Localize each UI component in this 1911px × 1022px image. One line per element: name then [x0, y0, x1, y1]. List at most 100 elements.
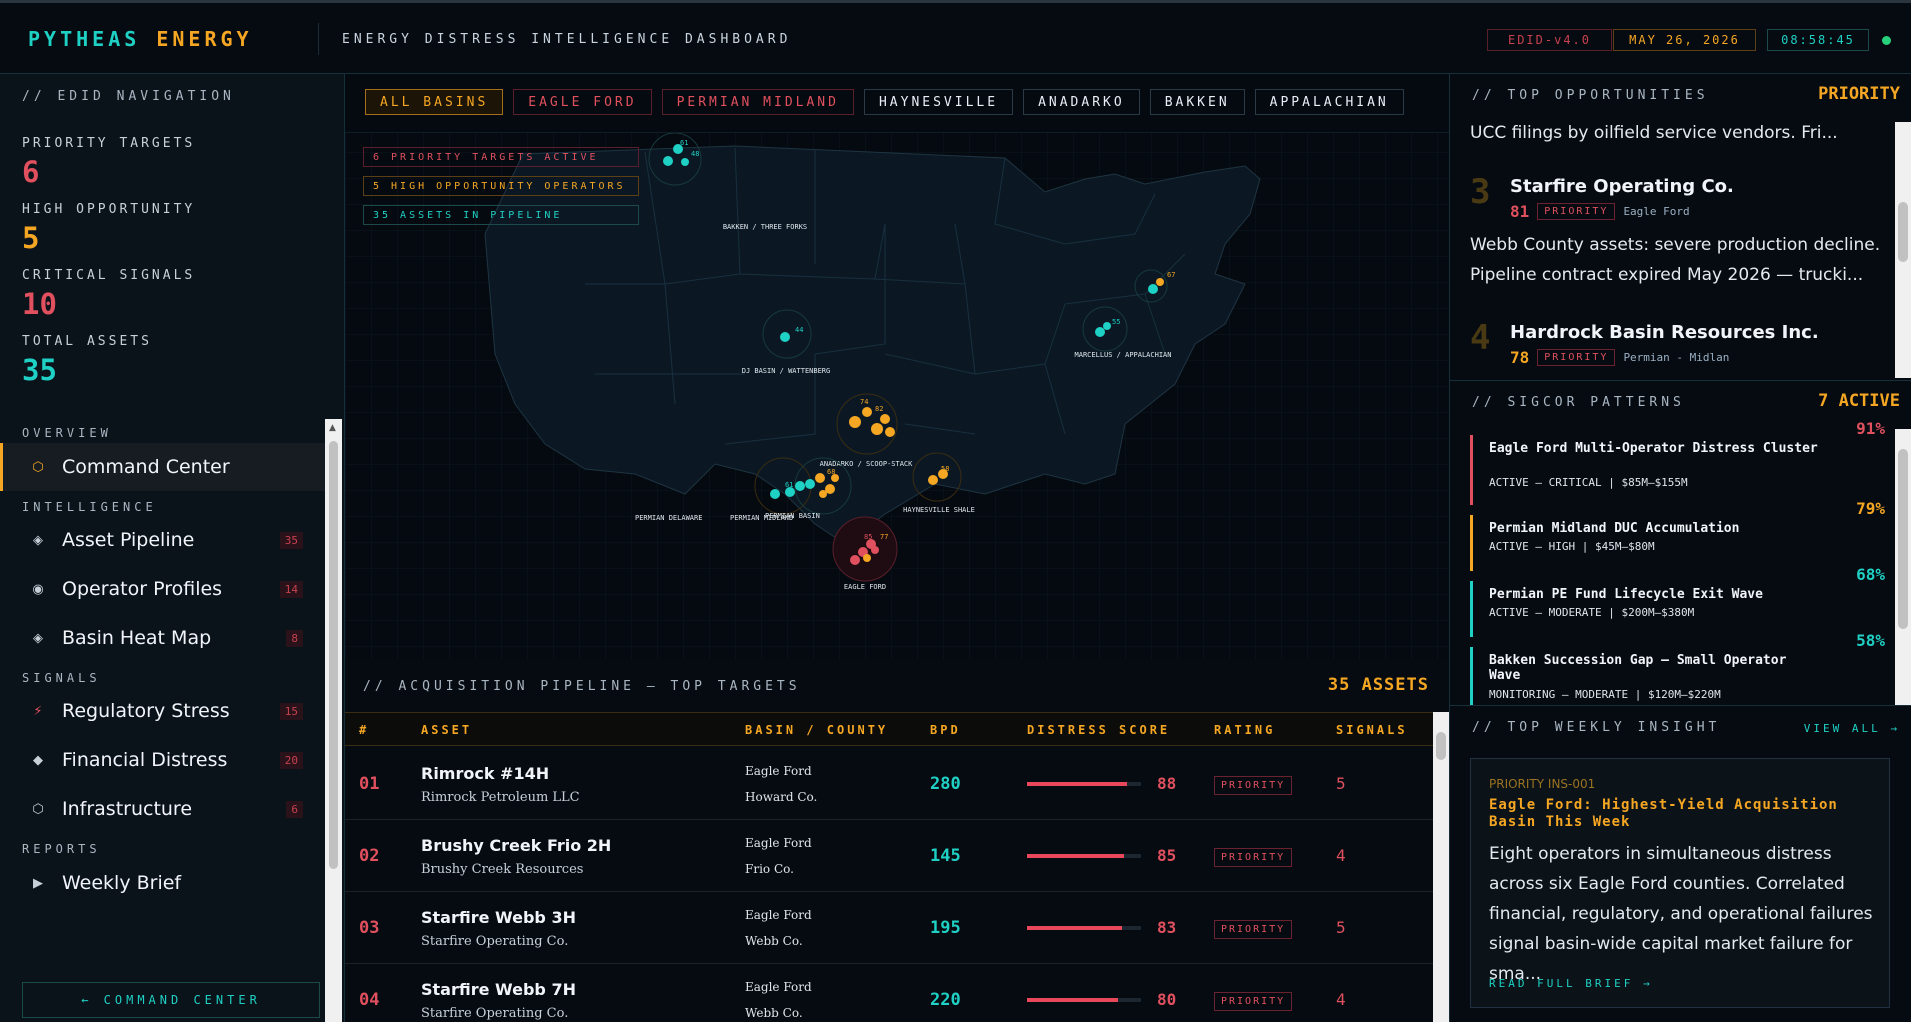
distress-score-bar-fill [1027, 854, 1124, 858]
scrollbar-thumb[interactable] [1436, 732, 1446, 760]
distress-score: 88 [1157, 774, 1177, 793]
date-display: MAY 26, 2026 [1613, 29, 1756, 51]
pattern-item[interactable]: 91% Eagle Ford Multi-Operator Distress C… [1470, 419, 1885, 505]
svg-text:85: 85 [864, 533, 872, 541]
pattern-confidence: 68% [1856, 565, 1885, 584]
tab-eagle-ford[interactable]: EAGLE FORD [513, 89, 652, 115]
asset-name: Rimrock #14H [421, 764, 550, 783]
weekly-insight-panel: // TOP WEEKLY INSIGHT VIEW ALL → PRIORIT… [1450, 705, 1911, 1022]
pattern-item[interactable]: 79% Permian Midland DUC Accumulation ACT… [1470, 499, 1885, 571]
opportunity-description: Webb County assets: severe production de… [1470, 235, 1881, 285]
insight-tag: PRIORITY INS-001 [1489, 777, 1596, 791]
stat-critical-signals: CRITICAL SIGNALS 10 [22, 268, 195, 321]
county-name: Howard Co. [745, 790, 818, 804]
distress-score: 80 [1157, 990, 1177, 1009]
back-to-command-center-button[interactable]: ← COMMAND CENTER [22, 982, 320, 1018]
pattern-name: Bakken Succession Gap — Small Operator W… [1489, 653, 1787, 683]
stat-value: 35 [22, 353, 57, 387]
col-rating[interactable]: RATING [1214, 723, 1275, 737]
nav-label: Financial Distress [62, 749, 228, 771]
stat-total-assets: TOTAL ASSETS 35 [22, 334, 152, 387]
nav-asset-pipeline[interactable]: ◈ Asset Pipeline 35 [0, 516, 325, 564]
tab-appalachian[interactable]: APPALACHIAN [1254, 89, 1404, 115]
nav-financial-distress[interactable]: ◆ Financial Distress 20 [0, 736, 325, 784]
pattern-item[interactable]: 58% Bakken Succession Gap — Small Operat… [1470, 631, 1885, 705]
table-row[interactable]: 03 Starfire Webb 3H Starfire Operating Co.… [345, 892, 1433, 964]
section-signals: SIGNALS [22, 671, 101, 685]
svg-text:44: 44 [795, 326, 803, 334]
stat-label: TOTAL ASSETS [22, 334, 152, 349]
patterns-scrollbar[interactable] [1895, 429, 1911, 705]
basin-label: ANADARKO / SCOOP-STACK [820, 460, 914, 468]
pattern-detail: ACTIVE — HIGH | $45M–$80M [1489, 540, 1655, 553]
col-asset[interactable]: ASSET [421, 723, 472, 737]
scrollbar-thumb[interactable] [1898, 202, 1908, 262]
pattern-detail: ACTIVE — MODERATE | $200M–$380M [1489, 606, 1695, 619]
tab-bakken[interactable]: BAKKEN [1149, 89, 1245, 115]
basin-filter-tabs: ALL BASINS EAGLE FORD PERMIAN MIDLAND HA… [365, 89, 1404, 115]
nav-count-badge: 8 [286, 629, 303, 647]
nav-weekly-brief[interactable]: ▶ Weekly Brief [0, 859, 325, 907]
nav-basin-heat-map[interactable]: ◈ Basin Heat Map 8 [0, 614, 325, 662]
table-row[interactable]: 02 Brushy Creek Frio 2H Brushy Creek Resou… [345, 820, 1433, 892]
diamond-icon: ◈ [33, 630, 43, 646]
tab-all-basins[interactable]: ALL BASINS [365, 89, 504, 115]
col-basin-county[interactable]: BASIN / COUNTY [745, 723, 888, 737]
alert-assets-pipeline: 35 ASSETS IN PIPELINE [363, 205, 639, 225]
basin-name: Eagle Ford [745, 908, 812, 922]
nav-label: Infrastructure [62, 798, 193, 820]
col-distress-score[interactable]: DISTRESS SCORE [1027, 723, 1170, 737]
rating-badge: PRIORITY [1214, 776, 1293, 795]
nav-operator-profiles[interactable]: ◉ Operator Profiles 14 [0, 565, 325, 613]
sidebar: // EDID NAVIGATION PRIORITY TARGETS 6 HI… [0, 74, 345, 1022]
opportunity-card[interactable]: 3 Starfire Operating Co. 81 PRIORITY Eag… [1470, 172, 1890, 292]
nav-count-badge: 15 [279, 702, 303, 720]
tab-permian-midland[interactable]: PERMIAN MIDLAND [661, 89, 854, 115]
asset-name: Starfire Webb 3H [421, 908, 576, 927]
pattern-confidence: 58% [1856, 631, 1885, 650]
nav-regulatory-stress[interactable]: ⚡ Regulatory Stress 15 [0, 687, 325, 735]
tab-anadarko[interactable]: ANADARKO [1023, 89, 1140, 115]
tab-haynesville[interactable]: HAYNESVILLE [863, 89, 1014, 115]
opportunity-card[interactable]: 4 Hardrock Basin Resources Inc. 78 PRIOR… [1470, 318, 1890, 378]
basin-label: BAKKEN / THREE FORKS [723, 223, 807, 231]
insight-card[interactable]: PRIORITY INS-001 Eagle Ford: Highest-Yie… [1470, 758, 1890, 1008]
distress-score-bar [1027, 854, 1141, 858]
table-row[interactable]: 04 Starfire Webb 7H Starfire Operating Co.… [345, 964, 1433, 1022]
col-bpd[interactable]: BPD [930, 723, 961, 737]
scrollbar-thumb[interactable] [1898, 449, 1908, 629]
svg-text:74: 74 [860, 398, 868, 406]
signal-count: 5 [1336, 918, 1346, 937]
sidebar-scrollbar[interactable]: ▲ ▼ [325, 419, 342, 1022]
basin-map-panel: 61 48 BAKKEN / THREE FORKS 44 DJ BASIN /… [345, 74, 1449, 659]
distress-score: 85 [1157, 846, 1177, 865]
stat-priority-targets: PRIORITY TARGETS 6 [22, 136, 195, 189]
priority-tag: PRIORITY [1537, 349, 1616, 366]
hexagon-icon: ⬡ [32, 459, 44, 475]
col-number[interactable]: # [359, 723, 369, 737]
county-name: Webb Co. [745, 1006, 803, 1020]
scroll-up-arrow-icon[interactable]: ▲ [329, 423, 336, 433]
pattern-item[interactable]: 68% Permian PE Fund Lifecycle Exit Wave … [1470, 565, 1885, 637]
alert-high-opportunity: 5 HIGH OPPORTUNITY OPERATORS [363, 176, 639, 196]
svg-text:82: 82 [875, 405, 883, 413]
opportunities-scrollbar[interactable] [1895, 122, 1911, 378]
scrollbar-thumb[interactable] [329, 441, 338, 869]
row-number: 01 [359, 774, 380, 794]
bpd-value: 280 [930, 774, 961, 794]
nav-infrastructure[interactable]: ⬡ Infrastructure 6 [0, 785, 325, 833]
nav-label: Weekly Brief [62, 872, 182, 894]
nav-command-center[interactable]: ⬡ Command Center [0, 443, 325, 491]
signal-count: 4 [1336, 990, 1346, 1009]
nav-label: Basin Heat Map [62, 627, 212, 649]
operator-name: Starfire Operating Co. [421, 934, 569, 949]
view-all-link[interactable]: VIEW ALL → [1804, 722, 1900, 735]
hexagon-icon: ⬡ [32, 801, 44, 817]
svg-text:48: 48 [691, 150, 699, 158]
col-signals[interactable]: SIGNALS [1336, 723, 1408, 737]
pipeline-scrollbar[interactable] [1433, 712, 1449, 1022]
table-row[interactable]: 01 Rimrock #14H Rimrock Petroleum LLC Eagle… [345, 748, 1433, 820]
operator-name: Starfire Operating Co. [1510, 176, 1734, 197]
read-full-brief-link[interactable]: READ FULL BRIEF → [1489, 977, 1653, 990]
svg-text:77: 77 [880, 533, 888, 541]
